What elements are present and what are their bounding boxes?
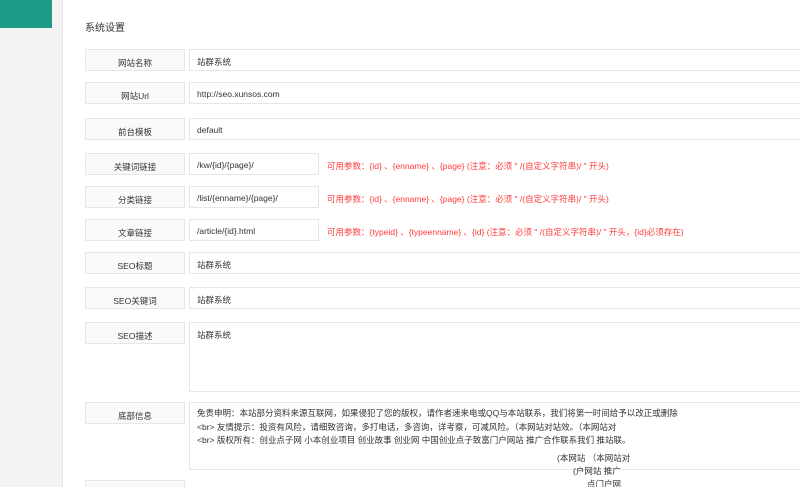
- template-label: 前台模板: [85, 118, 185, 140]
- keyword-link-label: 关键词链接: [85, 153, 185, 175]
- footer-info-row: 底部信息 免责申明：本站部分资料来源互联网，如果侵犯了您的版权，请作者速来电或Q…: [85, 402, 800, 472]
- template-input[interactable]: default: [189, 118, 800, 140]
- footer-overflow-line: (本网站 （本网站对: [557, 453, 631, 463]
- article-link-label: 文章链接: [85, 219, 185, 241]
- site-name-input[interactable]: 站群系统: [189, 49, 800, 71]
- footer-line: <br> 友情提示：投资有风险，请细致咨询，多打电话，多咨询，详考察，可减风险。…: [197, 421, 617, 432]
- category-link-input[interactable]: /list/{enname}/{page}/: [189, 186, 319, 208]
- keyword-link-input[interactable]: /kw/{id}/{page}/: [189, 153, 319, 175]
- footer-line: 免责申明：本站部分资料来源互联网，如果侵犯了您的版权，请作者速来电或QQ与本站联…: [197, 408, 678, 418]
- sidebar-accent-bar: [0, 0, 52, 28]
- page-title: 系统设置: [85, 23, 125, 34]
- next-row: [85, 480, 800, 487]
- category-link-hint: 可用参数：{id} 、{enname} 、{page} (注意：必须 " /(自…: [327, 194, 609, 204]
- category-link-row: 分类链接 /list/{enname}/{page}/ 可用参数：{id} 、{…: [85, 186, 800, 208]
- seo-description-label: SEO描述: [85, 322, 185, 344]
- footer-line: <br> 版权所有：创业点子网 小本创业项目 创业故事 创业网 中国创业点子致富…: [197, 435, 631, 445]
- footer-info-label: 底部信息: [85, 402, 185, 424]
- seo-description-row: SEO描述 站群系统: [85, 322, 800, 392]
- site-url-label: 网站Url: [85, 82, 185, 104]
- footer-overflow-line: (户网站 推广: [573, 466, 621, 476]
- next-row-label: [85, 480, 185, 487]
- footer-info-textarea[interactable]: 免责申明：本站部分资料来源互联网，如果侵犯了您的版权，请作者速来电或QQ与本站联…: [189, 402, 800, 470]
- article-link-row: 文章链接 /article/{id}.html 可用参数：{typeid} 、{…: [85, 219, 800, 241]
- seo-description-textarea[interactable]: 站群系统: [189, 322, 800, 392]
- site-url-input[interactable]: http://seo.xunsos.com: [189, 82, 800, 104]
- seo-title-label: SEO标题: [85, 252, 185, 274]
- seo-title-row: SEO标题 站群系统: [85, 252, 800, 274]
- site-url-row: 网站Url http://seo.xunsos.com: [85, 82, 800, 104]
- keyword-link-hint: 可用参数：{id} 、{enname} 、{page} (注意：必须 " /(自…: [327, 161, 609, 171]
- seo-keywords-input[interactable]: 站群系统: [189, 287, 800, 309]
- seo-keywords-label: SEO关键词: [85, 287, 185, 309]
- article-link-hint: 可用参数：{typeid} 、{typeenname} 、{id} (注意：必须…: [327, 227, 684, 237]
- article-link-input[interactable]: /article/{id}.html: [189, 219, 319, 241]
- seo-title-input[interactable]: 站群系统: [189, 252, 800, 274]
- seo-keywords-row: SEO关键词 站群系统: [85, 287, 800, 309]
- keyword-link-row: 关键词链接 /kw/{id}/{page}/ 可用参数：{id} 、{ennam…: [85, 153, 800, 175]
- template-row: 前台模板 default: [85, 118, 800, 140]
- site-name-row: 网站名称 站群系统: [85, 49, 800, 71]
- category-link-label: 分类链接: [85, 186, 185, 208]
- settings-panel: 系统设置 网站名称 站群系统 网站Url http://seo.xunsos.c…: [62, 0, 800, 487]
- site-name-label: 网站名称: [85, 49, 185, 71]
- seo-description-text: 站群系统: [197, 330, 232, 340]
